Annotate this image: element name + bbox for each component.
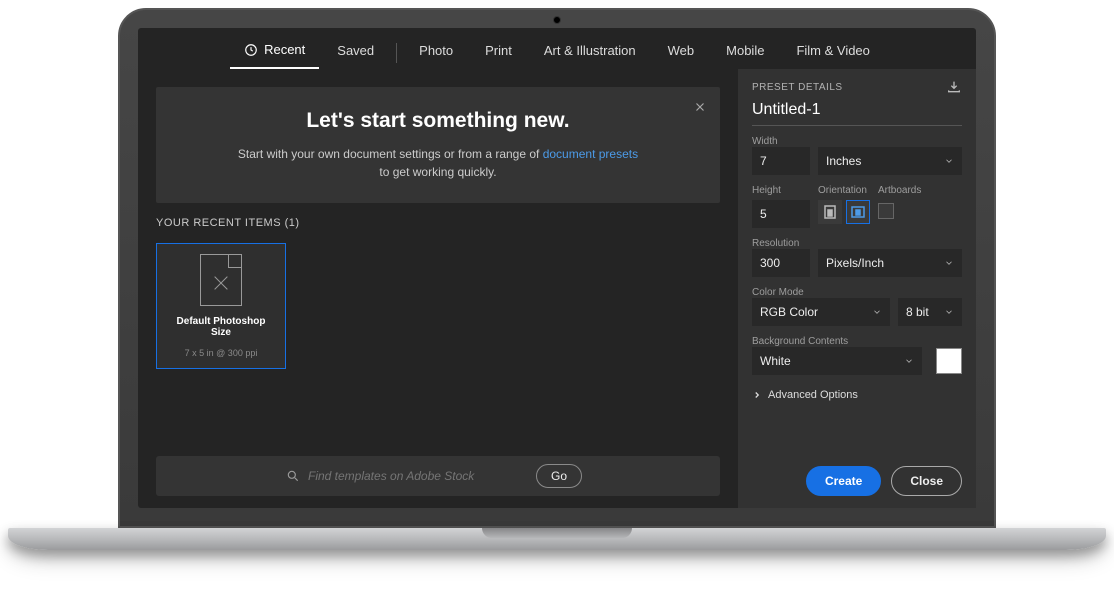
width-input[interactable]	[752, 147, 810, 175]
document-name-input[interactable]: Untitled-1	[752, 101, 962, 126]
advanced-options-toggle[interactable]: Advanced Options	[752, 389, 962, 401]
chevron-down-icon	[904, 356, 914, 366]
main-area: Let's start something new. Start with yo…	[138, 69, 738, 508]
width-unit-select[interactable]: Inches	[818, 147, 962, 175]
close-button[interactable]: Close	[891, 466, 962, 496]
color-mode-label: Color Mode	[752, 287, 962, 298]
stock-search-bar: Go	[156, 456, 720, 496]
document-icon	[200, 254, 242, 306]
preset-details-label: PRESET DETAILS	[752, 82, 843, 93]
tab-art[interactable]: Art & Illustration	[530, 37, 650, 68]
go-button[interactable]: Go	[536, 464, 582, 488]
tab-recent-label: Recent	[264, 42, 305, 57]
color-mode-select[interactable]: RGB Color	[752, 298, 890, 326]
tab-separator	[396, 43, 397, 63]
height-label: Height	[752, 185, 810, 196]
portrait-icon	[824, 205, 836, 219]
recent-item-card[interactable]: Default Photoshop Size 7 x 5 in @ 300 pp…	[156, 243, 286, 369]
width-label: Width	[752, 136, 962, 147]
clock-icon	[244, 43, 258, 57]
background-contents-label: Background Contents	[752, 336, 962, 347]
bit-depth-select[interactable]: 8 bit	[898, 298, 962, 326]
intro-banner: Let's start something new. Start with yo…	[156, 87, 720, 203]
orientation-landscape-button[interactable]	[846, 200, 870, 224]
document-type-tabs: Recent Saved Photo Print Art & Illustrat…	[138, 28, 976, 69]
close-icon	[693, 100, 707, 114]
tab-film[interactable]: Film & Video	[782, 37, 883, 68]
artboards-label: Artboards	[878, 185, 921, 196]
card-title: Default Photoshop Size	[167, 316, 275, 338]
close-banner-button[interactable]	[690, 97, 710, 117]
resolution-unit-select[interactable]: Pixels/Inch	[818, 249, 962, 277]
app-window: Recent Saved Photo Print Art & Illustrat…	[138, 28, 976, 508]
preset-details-panel: PRESET DETAILS Untitled-1 Width Inches H…	[738, 69, 976, 508]
card-subtitle: 7 x 5 in @ 300 ppi	[185, 348, 258, 358]
save-preset-button[interactable]	[946, 79, 962, 95]
resolution-label: Resolution	[752, 238, 962, 249]
camera-dot-icon	[553, 16, 561, 24]
search-icon	[286, 469, 300, 483]
download-icon	[946, 79, 962, 95]
recent-items-grid: Default Photoshop Size 7 x 5 in @ 300 pp…	[156, 243, 720, 369]
chevron-down-icon	[872, 307, 882, 317]
tab-web[interactable]: Web	[654, 37, 709, 68]
create-button[interactable]: Create	[806, 466, 881, 496]
orientation-label: Orientation	[818, 185, 870, 196]
orientation-portrait-button[interactable]	[818, 200, 842, 224]
banner-text: Start with your own document settings or…	[180, 145, 696, 181]
artboards-checkbox[interactable]	[878, 203, 894, 219]
recent-items-header: YOUR RECENT ITEMS (1)	[156, 217, 720, 229]
chevron-down-icon	[944, 258, 954, 268]
stock-search-input[interactable]	[308, 469, 528, 483]
tab-print[interactable]: Print	[471, 37, 526, 68]
height-input[interactable]	[752, 200, 810, 228]
tab-saved[interactable]: Saved	[323, 37, 388, 68]
tab-recent[interactable]: Recent	[230, 36, 319, 69]
landscape-icon	[851, 206, 865, 218]
document-presets-link[interactable]: document presets	[543, 147, 638, 161]
tab-mobile[interactable]: Mobile	[712, 37, 778, 68]
chevron-right-icon	[752, 390, 762, 400]
chevron-down-icon	[944, 156, 954, 166]
tab-photo[interactable]: Photo	[405, 37, 467, 68]
banner-title: Let's start something new.	[180, 109, 696, 133]
laptop-frame: Recent Saved Photo Print Art & Illustrat…	[118, 8, 996, 528]
laptop-base	[8, 528, 1106, 550]
resolution-input[interactable]	[752, 249, 810, 277]
chevron-down-icon	[944, 307, 954, 317]
background-color-swatch[interactable]	[936, 348, 962, 374]
background-contents-select[interactable]: White	[752, 347, 922, 375]
